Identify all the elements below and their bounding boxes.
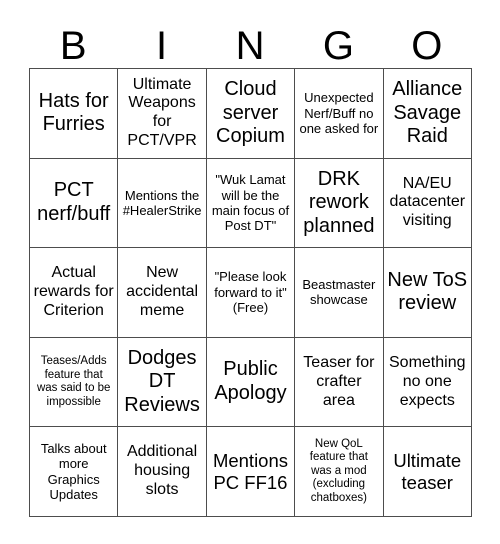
bingo-cell-label: Cloud server Copium [216,77,285,148]
bingo-cell-label: Unexpected Nerf/Buff no one asked for [299,90,379,136]
bingo-cell-label: "Please look forward to it" (Free) [214,269,287,316]
bingo-cell-label: Actual rewards for Criterion [33,264,114,319]
bingo-cell-label: Talks about more Graphics Updates [40,441,107,502]
bingo-cell-label: Additional housing slots [126,443,198,499]
bingo-cell-label: "Wuk Lamat will be the main focus of Pos… [211,172,290,234]
bingo-cell-label: Teases/Adds feature that was said to be … [36,354,111,408]
bingo-grid: Hats for Furries Ultimate Weapons for PC… [28,68,472,517]
bingo-cell[interactable]: "Wuk Lamat will be the main focus of Pos… [205,157,296,249]
header-letter-g: G [322,24,354,68]
bingo-cell[interactable]: NA/EU datacenter visiting [382,157,472,249]
bingo-cell[interactable]: Actual rewards for Criterion [28,247,119,338]
bingo-row: Teases/Adds feature that was said to be … [28,336,472,428]
bingo-cell[interactable]: "Please look forward to it" (Free) [205,247,296,338]
bingo-cell-label: Hats for Furries [38,89,109,136]
bingo-card: B I N G O Hats for Furries Ultimate Weap… [28,12,472,517]
bingo-cell[interactable]: Additional housing slots [117,426,207,517]
bingo-cell-label: NA/EU datacenter visiting [389,174,466,230]
bingo-cell-label: New QoL feature that was a mod (excludin… [309,437,368,505]
bingo-cell[interactable]: Teaser for crafter area [294,336,384,428]
bingo-cell[interactable]: New accidental meme [117,247,207,338]
bingo-cell[interactable]: Talks about more Graphics Updates [28,426,119,517]
bingo-cell[interactable]: Cloud server Copium [205,68,296,159]
header-letter-o: O [411,24,443,68]
header-letter-n: N [235,24,265,68]
bingo-cell-label: Mentions the #HealerStrike [122,187,202,218]
bingo-header: B I N G O [29,12,471,68]
bingo-cell[interactable]: PCT nerf/buff [28,157,119,249]
bingo-row: Talks about more Graphics Updates Additi… [28,426,472,517]
bingo-cell-label: Public Apology [214,358,287,405]
bingo-cell-label: New ToS review [387,268,468,315]
bingo-cell[interactable]: Public Apology [205,336,296,428]
bingo-cell[interactable]: Beastmaster showcase [294,247,384,338]
bingo-row: PCT nerf/buff Mentions the #HealerStrike… [28,157,472,249]
bingo-cell[interactable]: Ultimate teaser [382,426,472,517]
bingo-cell[interactable]: Ultimate Weapons for PCT/VPR [117,68,207,159]
bingo-cell[interactable]: Mentions the #HealerStrike [117,157,207,249]
bingo-cell-label: Dodges DT Reviews [124,346,200,416]
bingo-row: Hats for Furries Ultimate Weapons for PC… [28,68,472,159]
header-letter-i: I [156,24,168,68]
bingo-cell[interactable]: Teases/Adds feature that was said to be … [28,336,119,428]
bingo-cell-label: New accidental meme [126,264,199,319]
bingo-cell-label: Mentions PC FF16 [212,449,289,493]
bingo-row: Actual rewards for Criterion New acciden… [28,247,472,338]
bingo-cell-label: Teaser for crafter area [303,353,375,409]
bingo-cell-label: Alliance Savage Raid [392,77,463,148]
bingo-cell[interactable]: Dodges DT Reviews [117,336,207,428]
bingo-cell[interactable]: Alliance Savage Raid [382,68,472,159]
bingo-cell[interactable]: Something no one expects [382,336,472,428]
bingo-cell[interactable]: New QoL feature that was a mod (excludin… [294,426,384,517]
bingo-cell[interactable]: DRK rework planned [294,157,384,249]
bingo-cell-label: Ultimate Weapons for PCT/VPR [127,75,197,150]
bingo-cell-label: PCT nerf/buff [37,179,111,225]
bingo-cell-label: Something no one expects [389,353,466,409]
bingo-cell[interactable]: Hats for Furries [28,68,119,159]
bingo-cell-label: DRK rework planned [303,167,375,237]
bingo-cell-label: Ultimate teaser [393,449,462,493]
header-letter-b: B [59,24,87,68]
bingo-cell[interactable]: Mentions PC FF16 [205,426,296,517]
bingo-cell[interactable]: Unexpected Nerf/Buff no one asked for [294,68,384,159]
bingo-cell-label: Beastmaster showcase [302,277,376,308]
bingo-cell[interactable]: New ToS review [382,247,472,338]
